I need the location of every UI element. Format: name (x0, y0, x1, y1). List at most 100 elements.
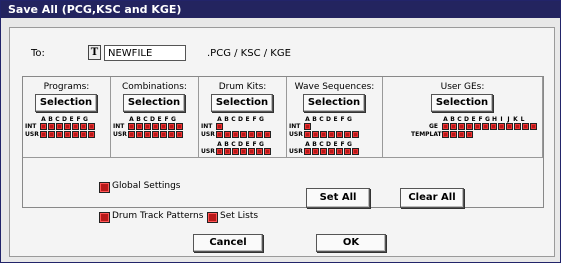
bank-checkbox[interactable] (466, 131, 473, 138)
bank-checkbox[interactable] (514, 123, 521, 130)
bank-checkbox[interactable] (176, 131, 183, 138)
bank-checkbox[interactable] (352, 148, 359, 155)
bank-checkbox[interactable] (498, 123, 505, 130)
clear-all-button[interactable]: Clear All (400, 188, 464, 208)
bank-checkbox[interactable] (136, 123, 143, 130)
bank-checkbox-row[interactable] (304, 123, 312, 130)
bank-checkbox[interactable] (80, 123, 87, 130)
bank-checkbox[interactable] (304, 131, 311, 138)
bank-checkbox[interactable] (482, 123, 489, 130)
bank-checkbox[interactable] (458, 123, 465, 130)
bank-checkbox-row[interactable] (442, 123, 538, 130)
bank-checkbox[interactable] (328, 148, 335, 155)
bank-checkbox[interactable] (312, 148, 319, 155)
bank-checkbox[interactable] (352, 131, 359, 138)
bank-checkbox[interactable] (256, 131, 263, 138)
bank-checkbox[interactable] (442, 123, 449, 130)
bank-checkbox[interactable] (40, 131, 47, 138)
bank-checkbox-row[interactable] (216, 148, 272, 155)
bank-checkbox[interactable] (40, 123, 47, 130)
bank-checkbox[interactable] (304, 123, 311, 130)
bank-checkbox[interactable] (344, 148, 351, 155)
bank-checkbox[interactable] (442, 131, 449, 138)
filename-field[interactable]: NEWFILE (104, 45, 186, 61)
bank-checkbox-row[interactable] (128, 131, 184, 138)
bank-checkbox[interactable] (136, 131, 143, 138)
set-all-button[interactable]: Set All (306, 188, 370, 208)
bank-checkbox[interactable] (48, 131, 55, 138)
global-settings-checkbox[interactable] (99, 182, 110, 193)
bank-checkbox[interactable] (240, 148, 247, 155)
set-lists-checkbox[interactable] (207, 212, 218, 223)
bank-checkbox[interactable] (128, 131, 135, 138)
bank-checkbox[interactable] (216, 148, 223, 155)
bank-checkbox[interactable] (128, 123, 135, 130)
ok-button[interactable]: OK (316, 234, 386, 252)
bank-checkbox[interactable] (466, 123, 473, 130)
bank-checkbox[interactable] (72, 123, 79, 130)
bank-checkbox[interactable] (264, 131, 271, 138)
bank-checkbox[interactable] (248, 131, 255, 138)
bank-checkbox[interactable] (72, 131, 79, 138)
bank-checkbox[interactable] (160, 131, 167, 138)
bank-checkbox[interactable] (232, 148, 239, 155)
bank-checkbox[interactable] (336, 131, 343, 138)
bank-checkbox[interactable] (144, 123, 151, 130)
bank-checkbox[interactable] (160, 123, 167, 130)
cancel-button[interactable]: Cancel (193, 234, 263, 252)
bank-checkbox-row[interactable] (128, 123, 184, 130)
bank-checkbox[interactable] (522, 123, 529, 130)
bank-checkbox[interactable] (48, 123, 55, 130)
bank-checkbox-row[interactable] (216, 131, 272, 138)
bank-checkbox[interactable] (224, 148, 231, 155)
bank-checkbox[interactable] (490, 123, 497, 130)
bank-checkbox[interactable] (152, 131, 159, 138)
bank-checkbox[interactable] (56, 123, 63, 130)
bank-checkbox[interactable] (88, 123, 95, 130)
bank-checkbox-row[interactable] (216, 123, 224, 130)
bank-checkbox[interactable] (144, 131, 151, 138)
bank-checkbox-row[interactable] (442, 131, 474, 138)
bank-checkbox[interactable] (88, 131, 95, 138)
bank-checkbox[interactable] (312, 131, 319, 138)
bank-checkbox[interactable] (304, 148, 311, 155)
bank-checkbox-row[interactable] (304, 148, 360, 155)
drum-kits-selection-button[interactable]: Selection (211, 94, 273, 112)
drum-track-patterns-checkbox[interactable] (99, 212, 110, 223)
bank-checkbox[interactable] (56, 131, 63, 138)
bank-checkbox[interactable] (168, 123, 175, 130)
bank-checkbox[interactable] (216, 131, 223, 138)
bank-checkbox-row[interactable] (304, 131, 360, 138)
bank-checkbox[interactable] (328, 131, 335, 138)
bank-checkbox[interactable] (168, 131, 175, 138)
bank-checkbox[interactable] (344, 131, 351, 138)
bank-checkbox[interactable] (506, 123, 513, 130)
bank-checkbox[interactable] (248, 148, 255, 155)
bank-checkbox[interactable] (530, 123, 537, 130)
bank-checkbox[interactable] (216, 123, 223, 130)
bank-checkbox[interactable] (336, 148, 343, 155)
combinations-selection-button[interactable]: Selection (123, 94, 185, 112)
bank-checkbox-row[interactable] (40, 131, 96, 138)
bank-checkbox[interactable] (320, 148, 327, 155)
bank-checkbox[interactable] (64, 123, 71, 130)
bank-checkbox[interactable] (152, 123, 159, 130)
bank-checkbox[interactable] (232, 131, 239, 138)
bank-checkbox[interactable] (474, 123, 481, 130)
bank-checkbox[interactable] (450, 131, 457, 138)
bank-checkbox[interactable] (320, 131, 327, 138)
bank-checkbox-row[interactable] (40, 123, 96, 130)
user-ges-selection-button[interactable]: Selection (431, 94, 493, 112)
bank-checkbox[interactable] (450, 123, 457, 130)
bank-checkbox[interactable] (224, 131, 231, 138)
wave-sequences-selection-button[interactable]: Selection (303, 94, 365, 112)
bank-checkbox[interactable] (176, 123, 183, 130)
bank-checkbox[interactable] (240, 131, 247, 138)
bank-checkbox[interactable] (458, 131, 465, 138)
bank-checkbox[interactable] (264, 148, 271, 155)
bank-checkbox[interactable] (256, 148, 263, 155)
programs-selection-button[interactable]: Selection (35, 94, 97, 112)
bank-checkbox[interactable] (80, 131, 87, 138)
bank-checkbox[interactable] (64, 131, 71, 138)
text-edit-button[interactable]: T (88, 45, 101, 60)
